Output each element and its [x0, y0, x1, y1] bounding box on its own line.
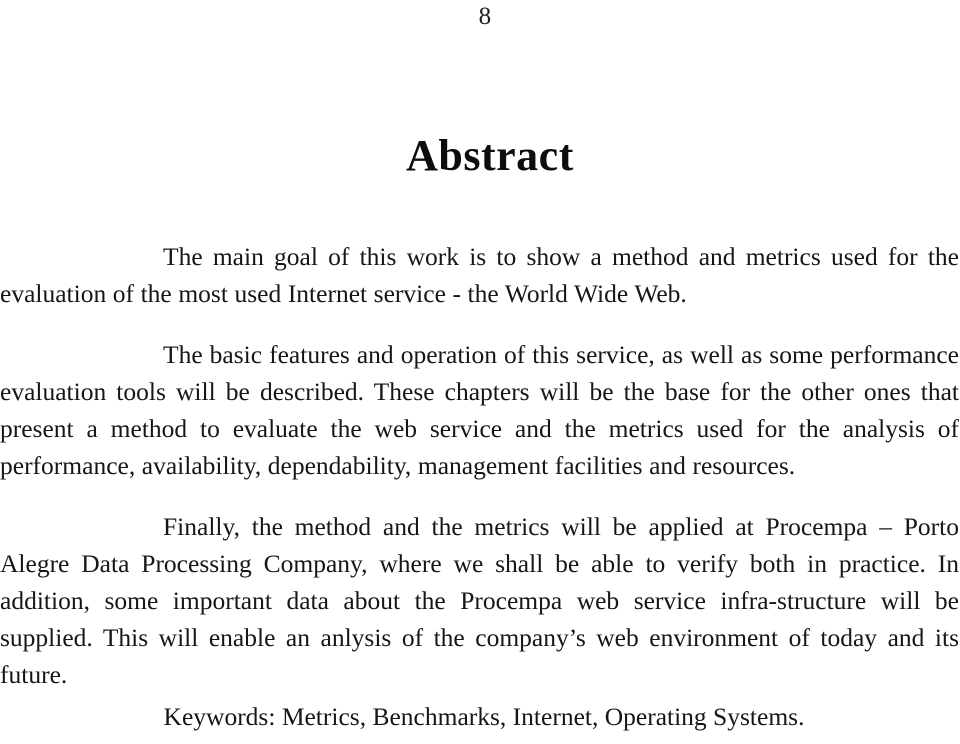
abstract-paragraph: The main goal of this work is to show a … [0, 242, 959, 308]
abstract-paragraph: The basic features and operation of this… [0, 340, 959, 480]
keywords-line: Keywords: Metrics, Benchmarks, Internet,… [163, 702, 805, 731]
abstract-body: The main goal of this work is to show a … [0, 238, 959, 693]
abstract-paragraph: Finally, the method and the metrics will… [0, 512, 959, 689]
document-page: 8 Abstract The main goal of this work is… [0, 0, 960, 744]
page-title: Abstract [406, 131, 574, 181]
page-number: 8 [478, 3, 492, 30]
